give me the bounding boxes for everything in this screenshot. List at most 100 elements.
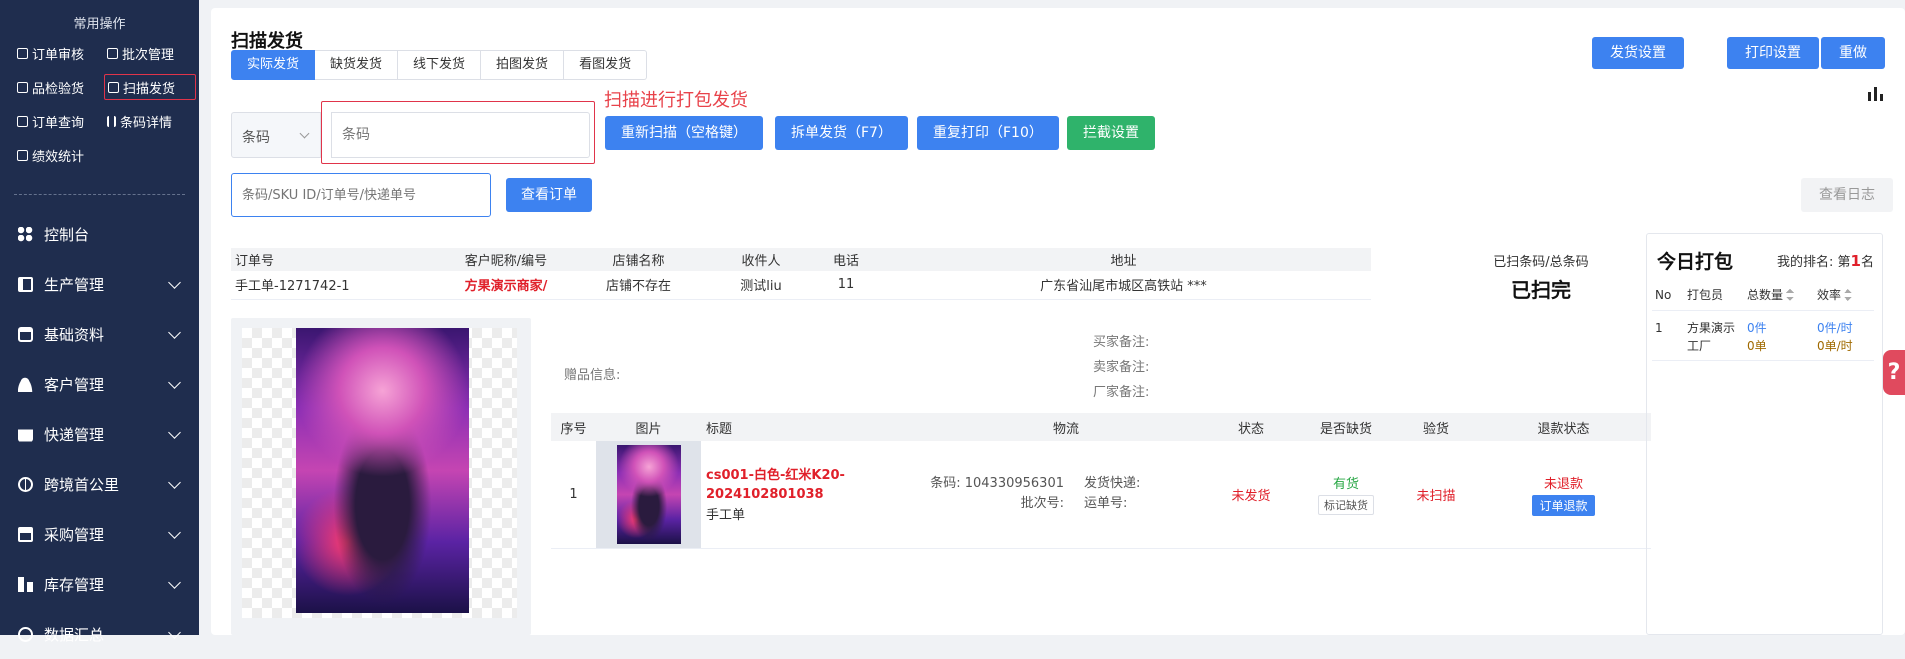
pack-col-no: No	[1652, 280, 1684, 311]
product-image[interactable]	[296, 328, 469, 613]
order-refund-button[interactable]: 订单退款	[1532, 494, 1595, 516]
nav-inventory[interactable]: 库存管理	[0, 559, 199, 609]
table-row: 手工单-1271742-1 方果演示商家/ 店铺不存在 测试liu 11 广东省…	[231, 271, 1371, 300]
intercept-settings-button[interactable]: 拦截设置	[1067, 116, 1155, 150]
pack-qty: 0件 0单	[1744, 310, 1814, 361]
order-col-address: 地址	[876, 248, 1371, 271]
help-button[interactable]: ?	[1883, 350, 1905, 395]
goods-image-cell	[596, 441, 701, 549]
print-settings-button[interactable]: 打印设置	[1727, 37, 1819, 69]
sidebar: 常用操作 订单审核 批次管理 品检验货 扫描发货 订单查询 条码详情 绩效统计 …	[0, 0, 199, 644]
cross-border-icon	[18, 476, 33, 492]
goods-refund-cell: 未退款 订单退款	[1476, 441, 1651, 549]
chevron-down-icon	[168, 526, 181, 539]
pack-col-packer: 打包员	[1684, 280, 1744, 311]
buyer-remark-label: 买家备注:	[1093, 335, 1150, 350]
quick-batch-manage[interactable]: 批次管理	[104, 40, 196, 66]
barcode-type-select[interactable]: 条码	[231, 112, 321, 158]
tab-view-image-ship[interactable]: 看图发货	[564, 50, 648, 80]
tab-offline-ship[interactable]: 线下发货	[398, 50, 482, 80]
main-panel: 扫描发货 实际发货 缺货发货 线下发货 拍图发货 看图发货 发货设置 打印设置 …	[211, 8, 1905, 635]
ship-settings-button[interactable]: 发货设置	[1592, 37, 1684, 69]
chevron-down-icon	[168, 326, 181, 339]
seller-remark-label: 卖家备注:	[1093, 360, 1150, 375]
goods-subtitle: 手工单	[706, 507, 746, 523]
goods-logistics-cell: 条码: 104330956301 批次号: 发货快递: 运单号:	[926, 441, 1206, 549]
pack-col-efficiency[interactable]: 效率	[1814, 280, 1874, 311]
tab-shortage-ship[interactable]: 缺货发货	[315, 50, 399, 80]
goods-col-stock: 是否缺货	[1296, 413, 1396, 441]
quick-order-query[interactable]: 订单查询	[14, 108, 104, 134]
chevron-down-icon	[299, 128, 310, 139]
sidebar-divider	[14, 194, 185, 195]
document-icon	[107, 47, 118, 59]
chevron-down-icon	[168, 476, 181, 489]
chevron-down-icon	[168, 626, 181, 639]
nav-data-summary[interactable]: 数据汇总	[0, 609, 199, 659]
order-search-input[interactable]	[231, 173, 491, 217]
nav-production[interactable]: 生产管理	[0, 259, 199, 309]
factory-remark-label: 厂家备注:	[1093, 385, 1150, 400]
search-doc-icon	[17, 115, 28, 127]
sidebar-title: 常用操作	[73, 17, 126, 32]
tab-photo-ship[interactable]: 拍图发货	[481, 50, 565, 80]
chevron-down-icon	[168, 376, 181, 389]
goods-refund-status: 未退款	[1543, 476, 1583, 492]
quick-actions: 订单审核 批次管理 品检验货 扫描发货 订单查询 条码详情 绩效统计	[0, 32, 199, 168]
view-log-button[interactable]: 查看日志	[1801, 178, 1893, 212]
goods-thumbnail[interactable]	[616, 444, 681, 544]
quick-barcode-detail[interactable]: 条码详情	[104, 108, 196, 134]
pack-rank-table: No 打包员 总数量 效率 1 方果演示工厂 0件 0单 0件/时 0单/时	[1652, 280, 1874, 361]
redo-button[interactable]: 重做	[1821, 37, 1885, 69]
production-icon	[18, 276, 33, 292]
table-row: 1 方果演示工厂 0件 0单 0件/时 0单/时	[1652, 310, 1874, 361]
goods-barcode: 条码: 104330956301	[930, 476, 1064, 492]
goods-batch: 批次号:	[1020, 496, 1064, 512]
view-order-button[interactable]: 查看订单	[506, 178, 592, 212]
clipboard-icon	[17, 81, 28, 93]
goods-stock: 有货	[1332, 477, 1359, 493]
pack-efficiency: 0件/时 0单/时	[1814, 310, 1874, 361]
goods-col-status: 状态	[1206, 413, 1296, 441]
reprint-button[interactable]: 重复打印（F10）	[917, 116, 1059, 150]
customer-icon	[18, 376, 33, 392]
chevron-down-icon	[168, 576, 181, 589]
goods-table: 序号 图片 标题 物流 状态 是否缺货 验货 退款状态 1 cs001-白色-红…	[551, 413, 1651, 549]
pack-packer: 方果演示工厂	[1684, 310, 1744, 361]
bar-chart-icon[interactable]	[1868, 87, 1884, 101]
purchase-icon	[18, 526, 33, 542]
checkbox-icon	[17, 47, 28, 59]
tab-actual-ship[interactable]: 实际发货	[231, 50, 316, 80]
chevron-down-icon	[168, 426, 181, 439]
sort-icon	[1844, 289, 1853, 302]
goods-col-refund: 退款状态	[1476, 413, 1651, 441]
nav-dashboard[interactable]: 控制台	[0, 209, 199, 259]
nav-basic-data[interactable]: 基础资料	[0, 309, 199, 359]
mark-shortage-button[interactable]: 标记缺货	[1318, 495, 1374, 516]
inventory-icon	[18, 576, 33, 592]
scan-icon	[108, 81, 119, 93]
nav-customer[interactable]: 客户管理	[0, 359, 199, 409]
today-pack-title: 今日打包	[1657, 251, 1734, 273]
nav-express[interactable]: 快递管理	[0, 409, 199, 459]
quick-order-review[interactable]: 订单审核	[14, 40, 104, 66]
goods-title[interactable]: cs001-白色-红米K20-2024102801038	[706, 466, 926, 504]
sort-icon	[1786, 289, 1795, 302]
today-pack-panel: 今日打包 我的排名: 第1名 No 打包员 总数量 效率 1 方果演示工厂 0件…	[1646, 233, 1883, 635]
scan-stat-label: 已扫条码/总条码	[1493, 255, 1589, 270]
split-ship-button[interactable]: 拆单发货（F7）	[775, 116, 908, 150]
quick-quality-check[interactable]: 品检验货	[14, 74, 104, 100]
table-row: 1 cs001-白色-红米K20-2024102801038 手工单 条码: 1…	[551, 441, 1651, 549]
goods-index: 1	[551, 441, 596, 549]
quick-scan-ship[interactable]: 扫描发货	[104, 74, 196, 100]
nav-cross-border[interactable]: 跨境首公里	[0, 459, 199, 509]
goods-title-cell: cs001-白色-红米K20-2024102801038 手工单	[701, 441, 926, 549]
customer-name[interactable]: 方果演示商家/	[441, 271, 571, 300]
goods-express: 发货快递:	[1084, 476, 1141, 492]
quick-performance[interactable]: 绩效统计	[14, 142, 104, 168]
pack-col-qty[interactable]: 总数量	[1744, 280, 1814, 311]
nav-purchase[interactable]: 采购管理	[0, 509, 199, 559]
rescan-button[interactable]: 重新扫描（空格键）	[605, 116, 763, 150]
order-col-phone: 电话	[816, 248, 876, 271]
order-info-table: 订单号 客户昵称/编号 店铺名称 收件人 电话 地址 手工单-1271742-1…	[231, 248, 1371, 300]
